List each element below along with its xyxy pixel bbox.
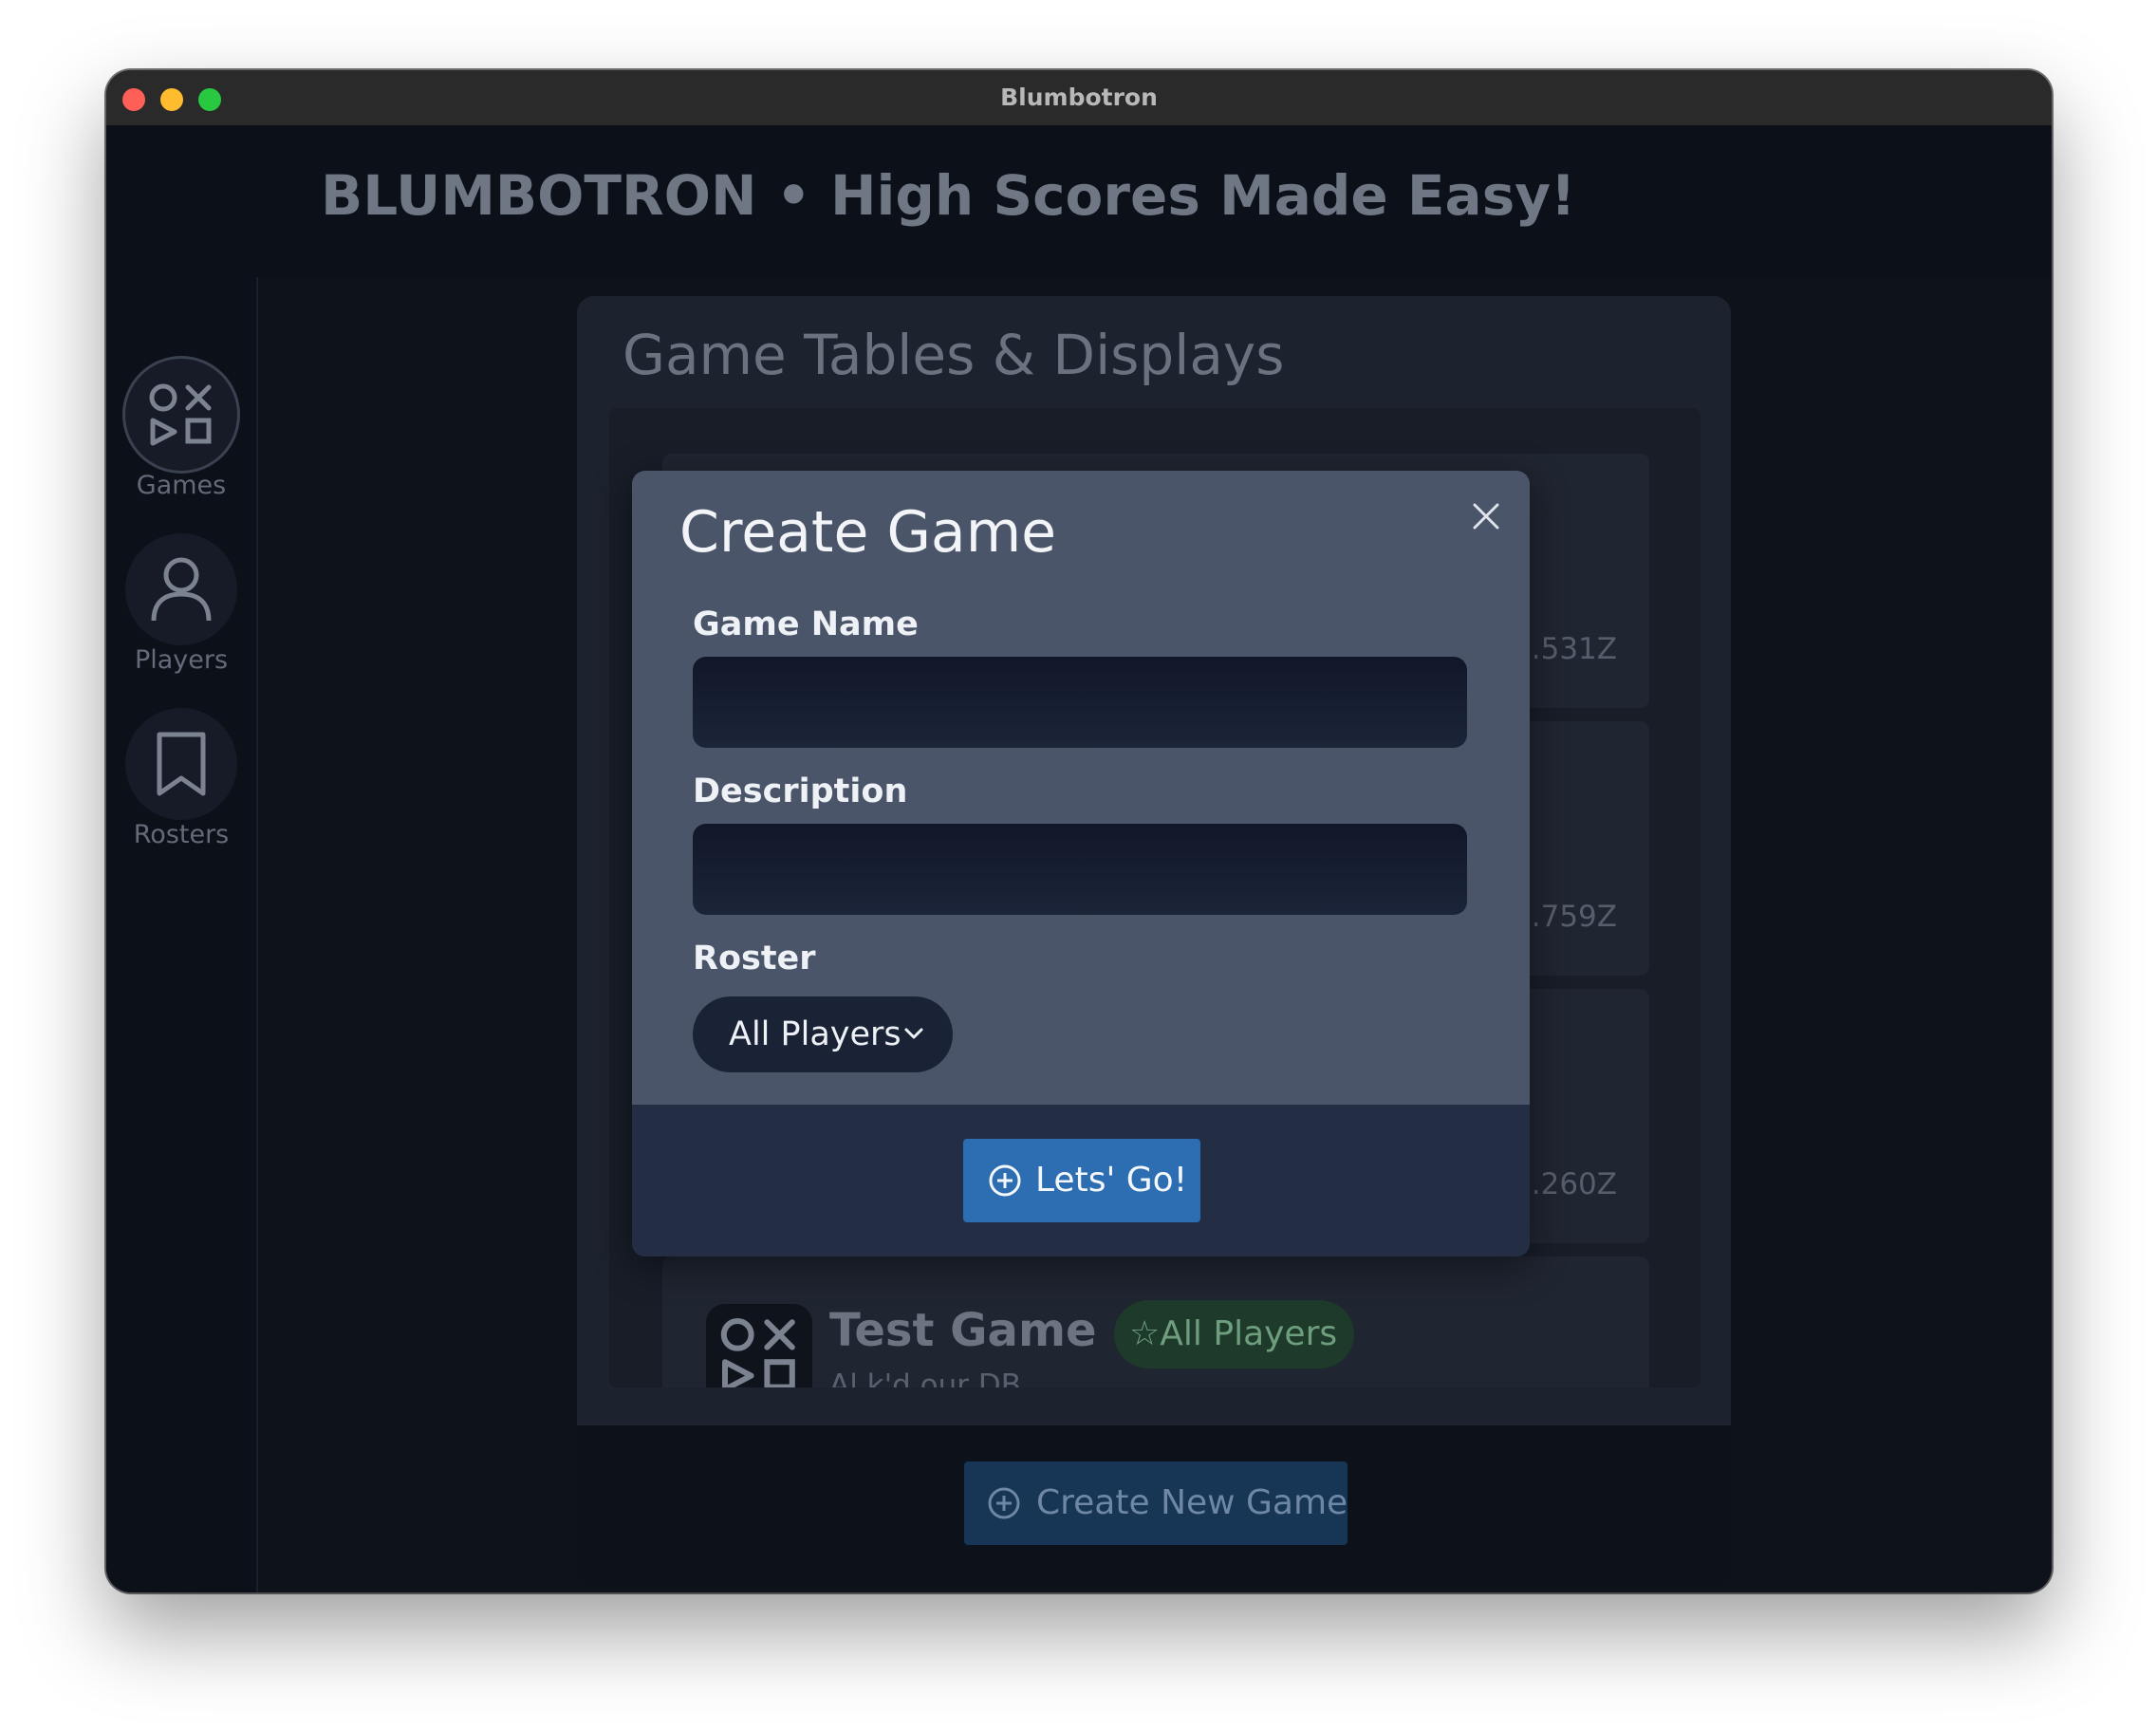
sidebar-item-label: Games [136, 471, 227, 500]
window-title: Blumbotron [1000, 84, 1158, 111]
chevron-down-icon [904, 1028, 923, 1039]
game-title: Test Game [829, 1304, 1097, 1357]
game-name-label: Game Name [693, 605, 919, 643]
roster-label: Roster [693, 940, 816, 977]
game-card[interactable]: Test Game ☆All Players Al k'd our DB [662, 1256, 1649, 1387]
lets-go-button[interactable]: Lets' Go! [963, 1139, 1200, 1222]
game-icon [706, 1304, 812, 1387]
app-window: Blumbotron BLUMBOTRON • High Scores Made… [106, 70, 2052, 1592]
game-description: Al k'd our DB [829, 1368, 1022, 1387]
star-icon: ☆ [1129, 1314, 1161, 1353]
panel-title: Game Tables & Displays [623, 323, 1285, 387]
app-header: BLUMBOTRON • High Scores Made Easy! [106, 125, 2052, 277]
sidebar: Games Players Rosters [106, 277, 258, 1592]
modal-footer: Lets' Go! [632, 1105, 1530, 1256]
plus-circle-icon [988, 1487, 1020, 1519]
plus-circle-icon [989, 1164, 1021, 1197]
panel-footer: Create New Game [577, 1425, 1731, 1589]
roster-badge: ☆All Players [1114, 1300, 1355, 1368]
title-bar: Blumbotron [106, 70, 2052, 126]
players-nav-circle[interactable] [125, 533, 237, 645]
description-label: Description [693, 772, 908, 810]
lets-go-label: Lets' Go! [1035, 1161, 1188, 1200]
sidebar-item-label: Players [134, 645, 229, 675]
create-game-modal: Create Game Game Name Description Roster… [632, 471, 1530, 1256]
bookmark-icon [157, 732, 206, 796]
roster-select-value: All Players [729, 1015, 901, 1053]
app-title: BLUMBOTRON • High Scores Made Easy! [321, 163, 1576, 228]
modal-title: Create Game [679, 499, 1057, 566]
rosters-nav-circle[interactable] [125, 708, 237, 820]
description-input[interactable] [693, 824, 1467, 915]
badge-label: All Players [1160, 1314, 1338, 1353]
create-new-game-button[interactable]: Create New Game [964, 1461, 1348, 1545]
sidebar-item-label: Rosters [133, 820, 230, 849]
create-new-game-label: Create New Game [1036, 1483, 1348, 1522]
close-icon[interactable] [1469, 499, 1503, 533]
game-name-input[interactable] [693, 657, 1467, 748]
games-icon [720, 1318, 795, 1387]
games-icon [149, 383, 212, 446]
person-icon [151, 557, 212, 622]
roster-select[interactable]: All Players [693, 996, 953, 1072]
games-nav-circle[interactable] [125, 359, 237, 471]
